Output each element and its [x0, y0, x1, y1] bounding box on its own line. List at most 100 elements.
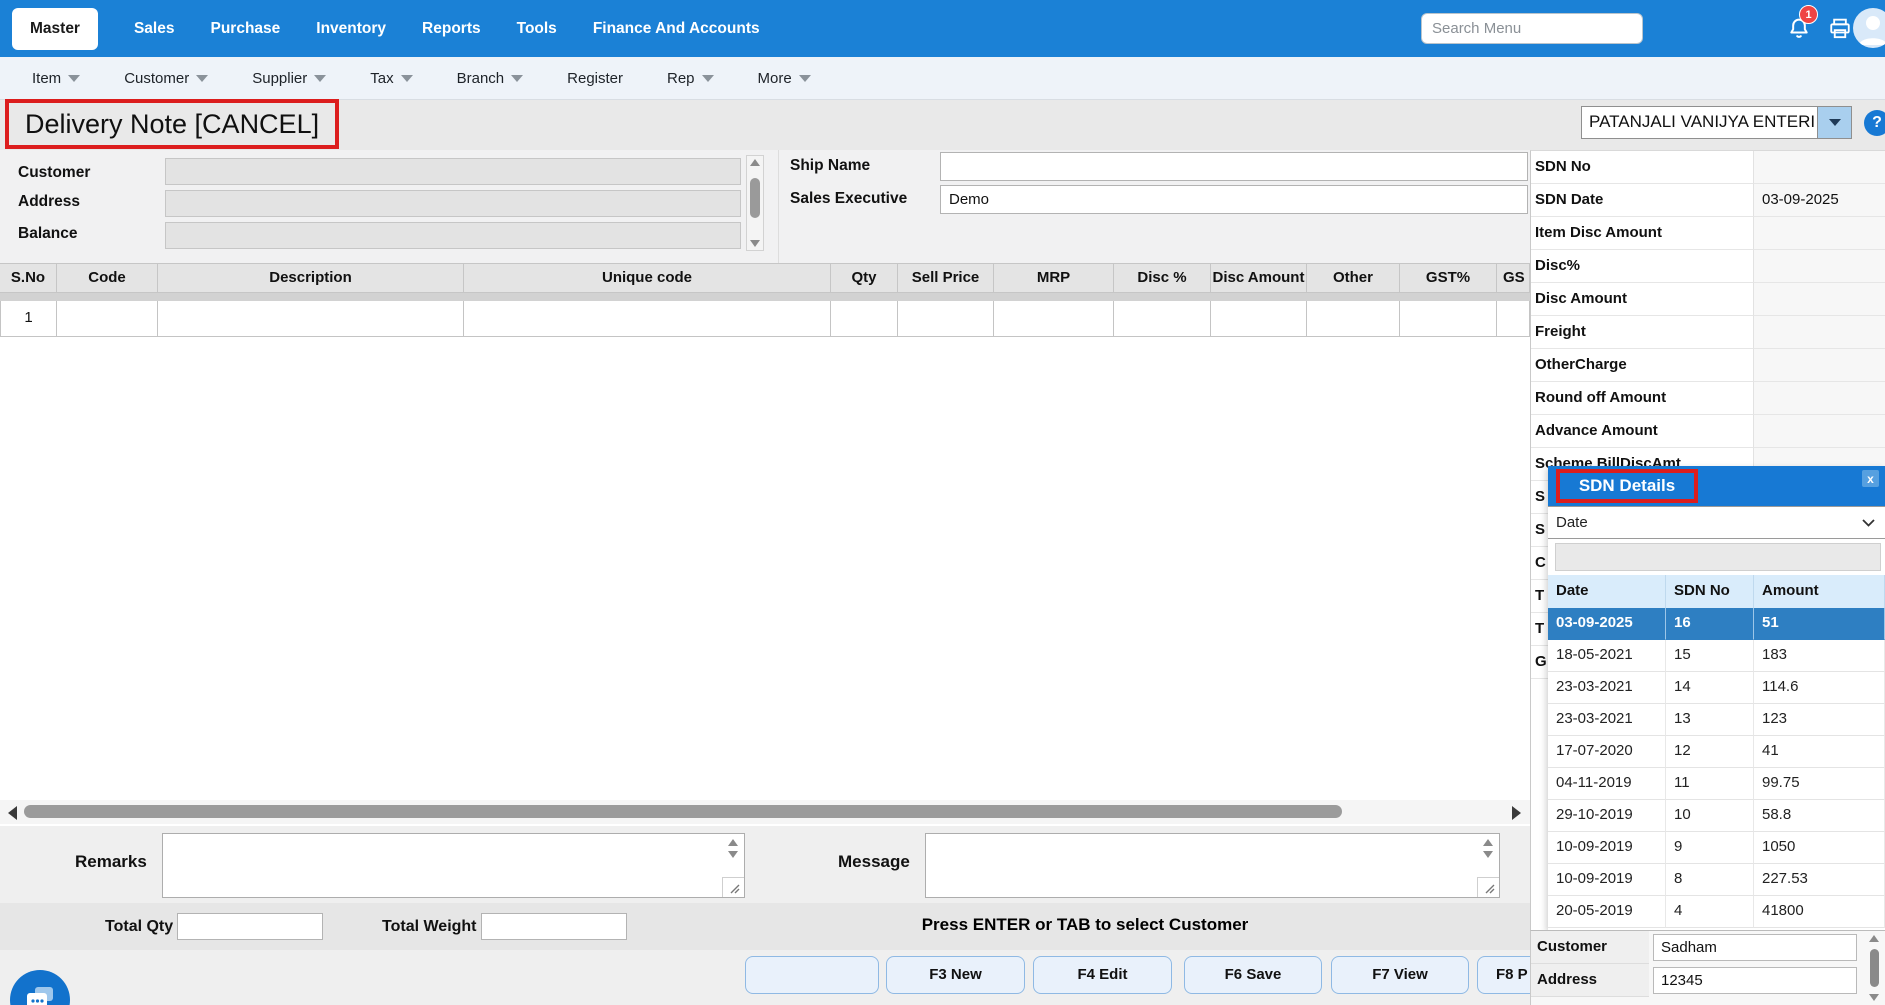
message-textarea[interactable] — [925, 833, 1500, 898]
search-menu-input[interactable] — [1421, 13, 1643, 44]
summary-value[interactable] — [1753, 250, 1885, 283]
popup-table-row-selected[interactable]: 03-09-20251651 — [1548, 608, 1885, 640]
cell-sdn-no[interactable]: 10 — [1666, 800, 1754, 832]
total-weight-field[interactable] — [481, 913, 627, 940]
company-selector[interactable]: PATANJALI VANIJYA ENTERI — [1581, 106, 1852, 139]
cell-amount[interactable]: 41800 — [1754, 896, 1885, 928]
company-selector-dropdown-button[interactable] — [1817, 107, 1851, 138]
summary-value[interactable] — [1753, 217, 1885, 250]
remarks-textarea[interactable] — [162, 833, 745, 898]
summary-value[interactable] — [1753, 349, 1885, 382]
cell-date[interactable]: 20-05-2019 — [1548, 896, 1666, 928]
cell-sdn-no[interactable]: 12 — [1666, 736, 1754, 768]
menu-item-item[interactable]: Item — [32, 70, 80, 87]
row-sno-cell[interactable]: 1 — [0, 301, 57, 337]
cell-date[interactable]: 18-05-2021 — [1548, 640, 1666, 672]
row-gst-cell[interactable] — [1497, 301, 1530, 337]
scroll-down-icon[interactable] — [750, 240, 760, 247]
summary-value[interactable] — [1753, 316, 1885, 349]
row-sell-price-cell[interactable] — [898, 301, 994, 337]
summary-value[interactable] — [1753, 382, 1885, 415]
row-description-cell[interactable] — [158, 301, 464, 337]
cell-date[interactable]: 04-11-2019 — [1548, 768, 1666, 800]
cell-amount[interactable]: 41 — [1754, 736, 1885, 768]
popup-table-row[interactable]: 10-09-20198227.53 — [1548, 864, 1885, 896]
cell-sdn-no[interactable]: 4 — [1666, 896, 1754, 928]
tab-finance-and-accounts[interactable]: Finance And Accounts — [593, 20, 760, 38]
scroll-right-icon[interactable] — [1512, 806, 1521, 820]
print-icon[interactable] — [1826, 15, 1854, 43]
row-mrp-cell[interactable] — [994, 301, 1114, 337]
row-disc-amount-cell[interactable] — [1211, 301, 1307, 337]
cell-sdn-no[interactable]: 16 — [1666, 608, 1754, 640]
horizontal-scrollbar[interactable] — [0, 800, 1530, 824]
popup-table-row[interactable]: 23-03-202113123 — [1548, 704, 1885, 736]
cell-amount[interactable]: 123 — [1754, 704, 1885, 736]
cell-date[interactable]: 10-09-2019 — [1548, 864, 1666, 896]
popup-table-row[interactable]: 20-05-2019441800 — [1548, 896, 1885, 928]
popup-table-row[interactable]: 29-10-20191058.8 — [1548, 800, 1885, 832]
cell-sdn-no[interactable]: 9 — [1666, 832, 1754, 864]
cell-amount[interactable]: 58.8 — [1754, 800, 1885, 832]
scrollbar-thumb[interactable] — [1870, 949, 1879, 987]
ship-name-field[interactable] — [940, 152, 1528, 181]
menu-item-rep[interactable]: Rep — [667, 70, 714, 87]
scrollbar-thumb[interactable] — [750, 178, 760, 218]
cell-date[interactable]: 17-07-2020 — [1548, 736, 1666, 768]
tab-inventory[interactable]: Inventory — [316, 20, 386, 38]
help-icon[interactable]: ? — [1864, 110, 1885, 136]
scroll-left-icon[interactable] — [8, 806, 17, 820]
spin-down-icon[interactable] — [728, 851, 738, 858]
tab-sales[interactable]: Sales — [134, 20, 175, 38]
cell-amount[interactable]: 183 — [1754, 640, 1885, 672]
scroll-up-icon[interactable] — [750, 159, 760, 166]
panel-scrollbar[interactable] — [1863, 933, 1885, 1003]
popup-search-field[interactable] — [1555, 543, 1881, 571]
tab-tools[interactable]: Tools — [517, 20, 557, 38]
cell-sdn-no[interactable]: 11 — [1666, 768, 1754, 800]
resize-handle-icon[interactable] — [1477, 877, 1499, 897]
row-gst-pct-cell[interactable] — [1400, 301, 1497, 337]
user-avatar[interactable] — [1853, 8, 1885, 48]
menu-item-supplier[interactable]: Supplier — [252, 70, 326, 87]
cell-amount[interactable]: 114.6 — [1754, 672, 1885, 704]
popup-table-row[interactable]: 17-07-20201241 — [1548, 736, 1885, 768]
row-code-cell[interactable] — [57, 301, 158, 337]
spin-down-icon[interactable] — [1483, 851, 1493, 858]
address-value-field[interactable] — [1653, 967, 1857, 994]
menu-item-register[interactable]: Register — [567, 70, 623, 87]
popup-table-row[interactable]: 04-11-20191199.75 — [1548, 768, 1885, 800]
row-unique-code-cell[interactable] — [464, 301, 831, 337]
summary-value[interactable]: 03-09-2025 — [1753, 184, 1885, 217]
close-icon[interactable]: x — [1862, 470, 1879, 487]
cell-sdn-no[interactable]: 8 — [1666, 864, 1754, 896]
form-scrollbar[interactable] — [746, 155, 764, 251]
balance-field[interactable] — [165, 222, 741, 249]
summary-value[interactable] — [1753, 415, 1885, 448]
row-other-cell[interactable] — [1307, 301, 1400, 337]
menu-item-tax[interactable]: Tax — [370, 70, 412, 87]
tab-purchase[interactable]: Purchase — [210, 20, 280, 38]
cell-sdn-no[interactable]: 15 — [1666, 640, 1754, 672]
tab-reports[interactable]: Reports — [422, 20, 481, 38]
sales-executive-field[interactable] — [940, 185, 1528, 214]
scrollbar-thumb[interactable] — [24, 805, 1342, 818]
total-qty-field[interactable] — [177, 913, 323, 940]
cell-date[interactable]: 23-03-2021 — [1548, 704, 1666, 736]
summary-value[interactable] — [1753, 151, 1885, 184]
row-qty-cell[interactable] — [831, 301, 898, 337]
f4-edit-button[interactable]: F4 Edit — [1033, 956, 1172, 994]
row-disc-pct-cell[interactable] — [1114, 301, 1211, 337]
address-field[interactable] — [165, 190, 741, 217]
menu-item-more[interactable]: More — [758, 70, 811, 87]
f3-new-button[interactable]: F3 New — [886, 956, 1025, 994]
f7-view-button[interactable]: F7 View — [1331, 956, 1469, 994]
spin-up-icon[interactable] — [1483, 839, 1493, 846]
popup-table-row[interactable]: 23-03-202114114.6 — [1548, 672, 1885, 704]
cell-sdn-no[interactable]: 13 — [1666, 704, 1754, 736]
tab-master[interactable]: Master — [12, 8, 98, 50]
cell-amount[interactable]: 99.75 — [1754, 768, 1885, 800]
cell-sdn-no[interactable]: 14 — [1666, 672, 1754, 704]
cell-amount[interactable]: 1050 — [1754, 832, 1885, 864]
sort-by-select[interactable]: Date — [1548, 506, 1885, 539]
